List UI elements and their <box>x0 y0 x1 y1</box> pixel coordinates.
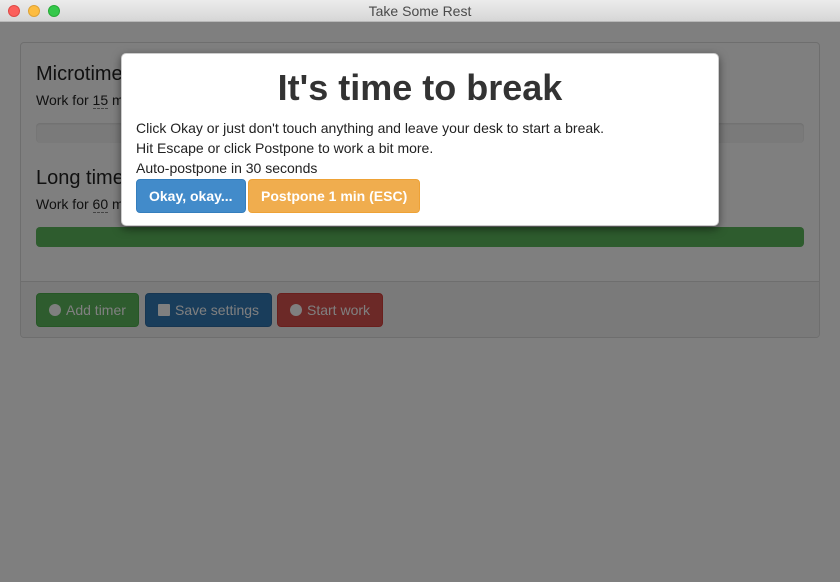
close-window-button[interactable] <box>8 5 20 17</box>
okay-button[interactable]: Okay, okay... <box>136 179 246 213</box>
auto-postpone-seconds: 30 <box>245 160 262 176</box>
window-titlebar: Take Some Rest <box>0 0 840 22</box>
break-modal: It's time to break Click Okay or just do… <box>121 53 719 226</box>
window-title: Take Some Rest <box>368 3 472 19</box>
minimize-window-button[interactable] <box>28 5 40 17</box>
auto-postpone-suffix: seconds <box>265 160 318 176</box>
maximize-window-button[interactable] <box>48 5 60 17</box>
modal-instruction-okay: Click Okay or just don't touch anything … <box>136 120 605 136</box>
auto-postpone-countdown: Auto-postpone in 30 seconds <box>136 160 317 176</box>
modal-heading: It's time to break <box>277 67 563 108</box>
modal-instruction-postpone: Hit Escape or click Postpone to work a b… <box>136 140 434 156</box>
postpone-button[interactable]: Postpone 1 min (ESC) <box>248 179 421 213</box>
auto-postpone-prefix: Auto-postpone in <box>136 160 242 176</box>
